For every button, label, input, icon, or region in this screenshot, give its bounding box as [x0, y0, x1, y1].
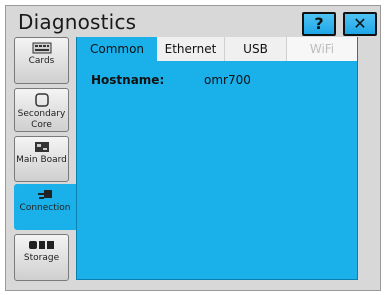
sidebar-item-connection[interactable]: Connection — [14, 184, 76, 230]
cards-icon — [32, 42, 51, 54]
sidebar-item-secondary-core[interactable]: Secondary Core — [14, 88, 69, 132]
main-board-icon — [34, 142, 49, 152]
secondary-core-icon — [34, 93, 49, 107]
tab-common[interactable]: Common — [77, 37, 157, 61]
hostname-value: omr700 — [204, 73, 251, 87]
sidebar-item-cards[interactable]: Cards — [14, 37, 69, 84]
sidebar-item-label: Main Board — [16, 155, 67, 165]
sidebar-item-main-board[interactable]: Main Board — [14, 136, 69, 182]
tab-usb[interactable]: USB — [225, 37, 287, 61]
tab-ethernet[interactable]: Ethernet — [157, 37, 225, 61]
close-button[interactable]: ✕ — [343, 12, 377, 36]
tab-wifi: WiFi — [287, 37, 357, 61]
sidebar-item-storage[interactable]: Storage — [14, 234, 69, 281]
storage-icon — [28, 241, 54, 249]
sidebar-item-label: Secondary Core — [17, 109, 66, 130]
sidebar-item-label: Cards — [28, 56, 55, 66]
help-button[interactable]: ? — [302, 12, 336, 36]
hostname-label: Hostname: — [91, 73, 165, 87]
sidebar-item-label: Storage — [23, 253, 60, 263]
connection-icon — [38, 190, 52, 199]
window-title: Diagnostics — [18, 10, 137, 34]
sidebar-item-label: Connection — [19, 203, 71, 213]
